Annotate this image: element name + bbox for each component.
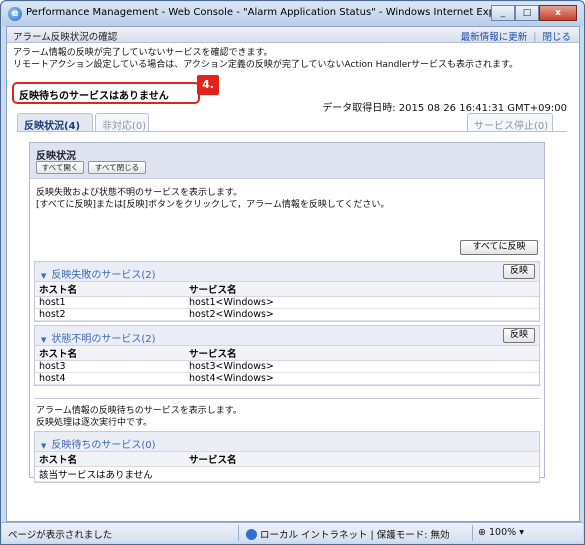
column-header-service: サービス名	[185, 346, 539, 361]
close-link[interactable]: 閉じる	[542, 32, 571, 43]
column-header-service: サービス名	[185, 282, 539, 297]
pending-description: アラーム情報の反映待ちのサービスを表示します。 反映処理は逐次実行中です。	[36, 405, 242, 429]
zoom-level: 100%	[489, 527, 517, 538]
info-text: アラーム情報の反映が完了していないサービスを確認できます。 リモートアクション設…	[13, 47, 518, 71]
table-row: 該当サービスはありません	[35, 466, 539, 482]
unknown-group-label: 状態不明のサービス(2)	[51, 334, 156, 345]
status-text: ページが表示されました	[8, 530, 113, 541]
window-title: Performance Management - Web Console - "…	[26, 7, 519, 18]
unknown-group-title[interactable]: ▼ 状態不明のサービス(2)	[41, 330, 156, 345]
status-panel: 反映状況 すべて開く すべて閉じる 反映失敗および状態不明のサービスを表示します…	[29, 142, 545, 483]
service-cell: host4<Windows>	[185, 372, 539, 385]
service-cell: host3<Windows>	[185, 360, 539, 373]
expand-triangle-icon: ▼	[41, 442, 47, 450]
collapse-all-button[interactable]: すべて閉じる	[88, 161, 146, 174]
close-window-button[interactable]: x	[539, 5, 577, 21]
column-header-host: ホスト名	[35, 282, 185, 297]
host-cell: host3	[35, 360, 185, 373]
service-cell: host1<Windows>	[185, 296, 539, 309]
pending-group-title[interactable]: ▼ 反映待ちのサービス(0)	[41, 436, 156, 451]
unknown-services-group: ▼ 状態不明のサービス(2) 反映 ホスト名 サービス名 host3 host3<…	[34, 325, 540, 386]
data-timestamp: データ取得日時: 2015 08 26 16:41:31 GMT+09:00	[322, 103, 567, 114]
browser-window: e Performance Management - Web Console -…	[0, 0, 585, 545]
host-cell: host1	[35, 296, 185, 309]
failed-group-title[interactable]: ▼ 反映失敗のサービス(2)	[41, 266, 156, 281]
panel-description: 反映失敗および状態不明のサービスを表示します。 [すべてに反映]または[反映]ボ…	[36, 187, 389, 211]
refresh-link[interactable]: 最新情報に更新	[461, 32, 528, 43]
title-bar: e Performance Management - Web Console -…	[2, 2, 583, 26]
unknown-services-table: ホスト名 サービス名 host3 host3<Windows> host4 ho…	[35, 346, 539, 385]
chevron-down-icon: ▾	[519, 527, 524, 538]
zoom-control[interactable]: ⊕ 100% ▾	[478, 527, 524, 538]
minimize-button[interactable]: _	[491, 5, 515, 21]
page-title: アラーム反映状況の確認	[13, 32, 118, 43]
page-header: アラーム反映状況の確認 最新情報に更新 | 閉じる	[7, 27, 579, 43]
pending-services-group: ▼ 反映待ちのサービス(0) ホスト名 サービス名 該当サービスはありません	[34, 431, 540, 483]
panel-header: 反映状況 すべて開く すべて閉じる	[30, 143, 544, 179]
pending-desc-line-1: アラーム情報の反映待ちのサービスを表示します。	[36, 406, 242, 416]
failed-group-header[interactable]: ▼ 反映失敗のサービス(2) 反映	[35, 262, 539, 282]
failed-services-table: ホスト名 サービス名 host1 host1<Windows> host2 ho…	[35, 282, 539, 321]
info-line-2: リモートアクション設定している場合は、アクション定義の反映が完了していないAct…	[13, 60, 519, 70]
host-cell: host2	[35, 308, 185, 321]
desc-line-2: [すべてに反映]または[反映]ボタンをクリックして，アラーム情報を反映してくださ…	[36, 200, 390, 210]
pending-group-label: 反映待ちのサービス(0)	[51, 440, 156, 451]
status-separator	[472, 525, 473, 541]
empty-message: 該当サービスはありません	[35, 466, 539, 482]
intranet-globe-icon	[246, 529, 257, 540]
expand-triangle-icon: ▼	[41, 336, 47, 344]
status-separator	[238, 525, 239, 541]
tab-divider	[17, 131, 567, 132]
magnifier-icon: ⊕	[478, 527, 486, 538]
callout-text: 反映待ちのサービスはありません	[19, 91, 169, 102]
host-cell: host4	[35, 372, 185, 385]
tab-status[interactable]: 反映状況(4)	[17, 113, 93, 132]
table-row: host3 host3<Windows>	[35, 360, 539, 373]
table-row: host1 host1<Windows>	[35, 296, 539, 309]
section-divider	[34, 398, 540, 399]
failed-services-group: ▼ 反映失敗のサービス(2) 反映 ホスト名 サービス名 host1 host1<…	[34, 261, 540, 322]
pending-services-table: ホスト名 サービス名 該当サービスはありません	[35, 452, 539, 482]
info-line-1: アラーム情報の反映が完了していないサービスを確認できます。	[13, 48, 273, 58]
link-separator: |	[533, 32, 537, 43]
column-header-host: ホスト名	[35, 346, 185, 361]
status-bar: ページが表示されました ローカル イントラネット | 保護モード: 無効 ⊕ 1…	[2, 522, 583, 542]
ie-logo-icon: e	[8, 7, 22, 21]
window-controls: _ □ x	[491, 5, 577, 21]
expand-triangle-icon: ▼	[41, 272, 47, 280]
callout-badge: 4.	[197, 75, 219, 95]
page-content: アラーム反映状況の確認 最新情報に更新 | 閉じる アラーム情報の反映が完了していな…	[6, 26, 580, 522]
table-row: host2 host2<Windows>	[35, 308, 539, 321]
table-row: host4 host4<Windows>	[35, 372, 539, 385]
maximize-button[interactable]: □	[515, 5, 539, 21]
apply-failed-button[interactable]: 反映	[503, 264, 535, 279]
callout-box: 反映待ちのサービスはありません	[12, 82, 200, 104]
desc-line-1: 反映失敗および状態不明のサービスを表示します。	[36, 188, 243, 198]
pending-desc-line-2: 反映処理は逐次実行中です。	[36, 418, 153, 428]
panel-title: 反映状況	[36, 151, 76, 162]
pending-group-header[interactable]: ▼ 反映待ちのサービス(0)	[35, 432, 539, 452]
header-links: 最新情報に更新 | 閉じる	[461, 29, 571, 43]
security-zone[interactable]: ローカル イントラネット | 保護モード: 無効	[246, 527, 449, 541]
expand-all-button[interactable]: すべて開く	[36, 161, 84, 174]
tab-service-stopped[interactable]: サービス停止(0)	[467, 113, 553, 132]
column-header-service: サービス名	[185, 452, 539, 467]
security-zone-text: ローカル イントラネット | 保護モード: 無効	[260, 530, 450, 541]
tab-unsupported[interactable]: 非対応(0)	[95, 113, 149, 132]
unknown-group-header[interactable]: ▼ 状態不明のサービス(2) 反映	[35, 326, 539, 346]
column-header-host: ホスト名	[35, 452, 185, 467]
apply-all-button[interactable]: すべてに反映	[460, 240, 538, 255]
service-cell: host2<Windows>	[185, 308, 539, 321]
apply-unknown-button[interactable]: 反映	[503, 328, 535, 343]
failed-group-label: 反映失敗のサービス(2)	[51, 270, 156, 281]
